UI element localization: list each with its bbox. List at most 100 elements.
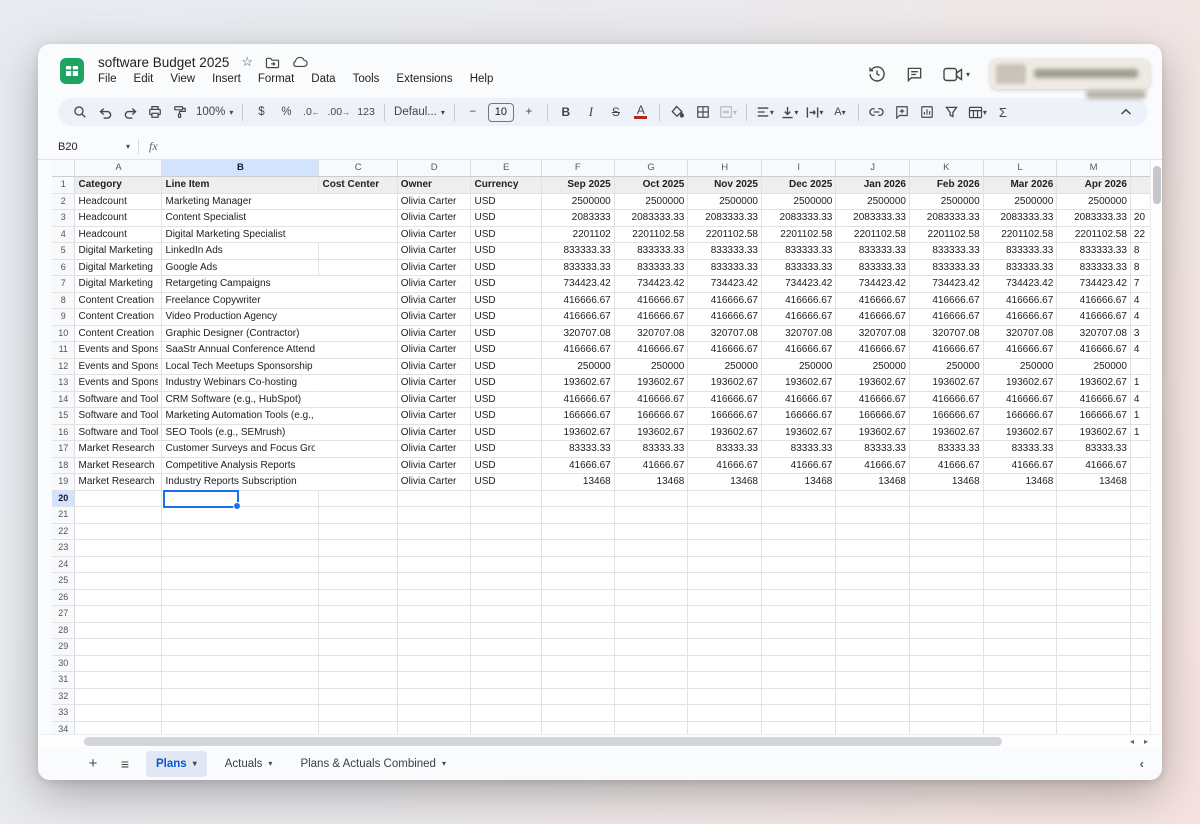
cell[interactable] bbox=[75, 623, 162, 640]
cell[interactable] bbox=[542, 705, 615, 722]
cell[interactable] bbox=[910, 689, 984, 706]
cell[interactable] bbox=[162, 524, 319, 541]
cell[interactable] bbox=[319, 326, 397, 343]
cell[interactable]: 734423.42 bbox=[542, 276, 615, 293]
cell[interactable]: 2083333.33 bbox=[762, 210, 836, 227]
cell[interactable] bbox=[398, 590, 472, 607]
row-header-27[interactable]: 27 bbox=[52, 606, 75, 623]
cell[interactable] bbox=[910, 491, 984, 508]
cell[interactable] bbox=[1057, 524, 1131, 541]
cell[interactable]: USD bbox=[471, 458, 541, 475]
menu-help[interactable]: Help bbox=[470, 73, 494, 85]
cell[interactable]: 320707.08 bbox=[910, 326, 984, 343]
cell[interactable] bbox=[542, 672, 615, 689]
cell[interactable] bbox=[910, 507, 984, 524]
cell[interactable]: Software and Tools bbox=[75, 408, 162, 425]
row-header-25[interactable]: 25 bbox=[52, 573, 75, 590]
text-color-button[interactable]: A bbox=[629, 100, 653, 124]
cell[interactable] bbox=[471, 507, 541, 524]
cell[interactable]: 416666.67 bbox=[762, 392, 836, 409]
cell[interactable] bbox=[319, 227, 397, 244]
cell[interactable]: Dec 2025 bbox=[762, 177, 836, 194]
decrease-font-size-button[interactable]: − bbox=[461, 100, 485, 124]
column-header-J[interactable]: J bbox=[836, 160, 910, 177]
cell[interactable] bbox=[836, 705, 910, 722]
cell[interactable] bbox=[542, 639, 615, 656]
cell[interactable]: 193602.67 bbox=[615, 375, 689, 392]
cell[interactable]: 734423.42 bbox=[762, 276, 836, 293]
cell[interactable]: Line Item bbox=[162, 177, 319, 194]
row-header-29[interactable]: 29 bbox=[52, 639, 75, 656]
cell[interactable]: 320707.08 bbox=[762, 326, 836, 343]
cell[interactable]: 166666.67 bbox=[910, 408, 984, 425]
cell[interactable] bbox=[836, 491, 910, 508]
row-header-11[interactable]: 11 bbox=[52, 342, 75, 359]
cell[interactable]: Industry Reports Subscription bbox=[162, 474, 319, 491]
cell[interactable]: 416666.67 bbox=[836, 309, 910, 326]
sheet-tab-actuals[interactable]: Actuals▾ bbox=[215, 751, 283, 777]
cell[interactable] bbox=[688, 491, 762, 508]
cell[interactable]: 2083333.33 bbox=[984, 210, 1058, 227]
cell[interactable]: Market Research bbox=[75, 474, 162, 491]
cell[interactable]: 2083333.33 bbox=[615, 210, 689, 227]
move-folder-icon[interactable] bbox=[265, 56, 280, 69]
cell[interactable] bbox=[762, 524, 836, 541]
cell[interactable]: Mar 2026 bbox=[984, 177, 1058, 194]
name-box[interactable]: B20 ▾ bbox=[52, 141, 138, 153]
cell[interactable] bbox=[762, 491, 836, 508]
cell[interactable]: 250000 bbox=[984, 359, 1058, 376]
cell[interactable] bbox=[688, 672, 762, 689]
cell[interactable] bbox=[162, 540, 319, 557]
cell[interactable]: USD bbox=[471, 243, 541, 260]
cell[interactable] bbox=[984, 705, 1058, 722]
column-header-C[interactable]: C bbox=[319, 160, 397, 177]
row-header-13[interactable]: 13 bbox=[52, 375, 75, 392]
cell[interactable]: 166666.67 bbox=[836, 408, 910, 425]
cell[interactable]: Owner bbox=[398, 177, 472, 194]
cell[interactable] bbox=[615, 590, 689, 607]
cell[interactable] bbox=[910, 672, 984, 689]
cell[interactable] bbox=[688, 639, 762, 656]
row-header-18[interactable]: 18 bbox=[52, 458, 75, 475]
cell[interactable] bbox=[910, 722, 984, 735]
cell[interactable]: 2500000 bbox=[688, 194, 762, 211]
cell[interactable]: 833333.33 bbox=[836, 260, 910, 277]
column-header-H[interactable]: H bbox=[688, 160, 762, 177]
cell[interactable] bbox=[542, 722, 615, 735]
cell[interactable] bbox=[542, 573, 615, 590]
column-header-E[interactable]: E bbox=[471, 160, 541, 177]
cell[interactable]: USD bbox=[471, 474, 541, 491]
cell[interactable]: 416666.67 bbox=[542, 342, 615, 359]
cell[interactable]: Software and Tools bbox=[75, 425, 162, 442]
cell[interactable]: 166666.67 bbox=[615, 408, 689, 425]
cell[interactable] bbox=[836, 722, 910, 735]
cell[interactable] bbox=[319, 392, 397, 409]
cell[interactable] bbox=[1057, 557, 1131, 574]
redo-icon[interactable] bbox=[118, 100, 142, 124]
row-header-2[interactable]: 2 bbox=[52, 194, 75, 211]
cell[interactable] bbox=[762, 672, 836, 689]
select-all-corner[interactable] bbox=[52, 160, 75, 177]
cell[interactable] bbox=[984, 656, 1058, 673]
cell[interactable]: 41666.67 bbox=[688, 458, 762, 475]
cell[interactable] bbox=[75, 573, 162, 590]
row-header-1[interactable]: 1 bbox=[52, 177, 75, 194]
cell[interactable]: USD bbox=[471, 326, 541, 343]
cell[interactable] bbox=[319, 573, 397, 590]
zoom-control[interactable]: 100%▾ bbox=[193, 100, 236, 124]
cell[interactable]: 833333.33 bbox=[984, 260, 1058, 277]
menu-tools[interactable]: Tools bbox=[353, 73, 380, 85]
cell[interactable] bbox=[319, 656, 397, 673]
cell[interactable]: 833333.33 bbox=[688, 260, 762, 277]
cell[interactable] bbox=[162, 590, 319, 607]
cell[interactable] bbox=[471, 722, 541, 735]
cell[interactable] bbox=[688, 590, 762, 607]
cell[interactable] bbox=[615, 507, 689, 524]
google-sheets-logo[interactable] bbox=[58, 57, 86, 85]
cell[interactable] bbox=[75, 722, 162, 735]
cell[interactable]: Digital Marketing bbox=[75, 243, 162, 260]
cell[interactable]: 250000 bbox=[1057, 359, 1131, 376]
vertical-scrollbar-thumb[interactable] bbox=[1153, 166, 1161, 204]
cell[interactable]: Olivia Carter bbox=[398, 260, 472, 277]
cell[interactable] bbox=[615, 557, 689, 574]
